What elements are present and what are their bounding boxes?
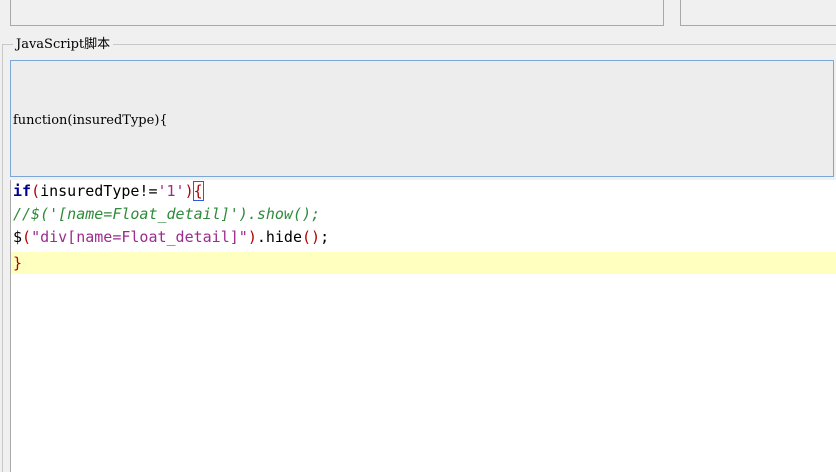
code-token: } <box>13 254 23 272</box>
code-token: $ <box>13 228 23 246</box>
code-token: ; <box>320 228 330 246</box>
code-token: '1' <box>157 182 185 200</box>
code-editor[interactable]: if(insuredType!='1'){//$('[name=Float_de… <box>10 180 836 472</box>
code-token: insuredType!= <box>40 182 158 200</box>
function-signature-text: function(insuredType){ <box>13 113 168 128</box>
group-border-left <box>2 44 3 472</box>
code-token: ( <box>31 182 41 200</box>
code-line[interactable]: } <box>11 252 836 274</box>
script-editor-panel: JavaScript脚本 function(insuredType){ if(i… <box>0 0 836 472</box>
code-token: .hide <box>256 228 302 246</box>
group-border-top <box>2 44 836 45</box>
code-token: () <box>302 228 321 246</box>
code-token: if <box>13 182 32 200</box>
group-title: JavaScript脚本 <box>13 37 114 53</box>
function-signature-box[interactable]: function(insuredType){ <box>10 60 834 177</box>
top-panel-right <box>680 0 836 26</box>
code-line[interactable]: $("div[name=Float_detail]").hide(); <box>11 226 836 248</box>
code-line[interactable]: if(insuredType!='1'){ <box>11 180 836 202</box>
code-token: { <box>192 181 204 201</box>
code-token: ) <box>247 228 257 246</box>
top-panel-left <box>10 0 664 26</box>
code-token: ) <box>184 182 194 200</box>
code-token: //$('[name=Float_detail]').show(); <box>13 205 321 223</box>
code-line[interactable]: //$('[name=Float_detail]').show(); <box>11 203 836 225</box>
code-token: "div[name=Float_detail]" <box>31 228 248 246</box>
code-token: ( <box>22 228 32 246</box>
